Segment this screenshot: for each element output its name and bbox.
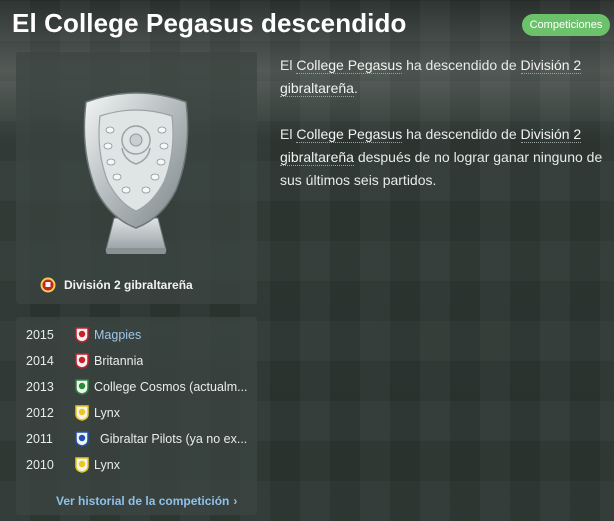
- history-panel: 2015 Magpies 2014 Britannia 2013 College Cosm…: [16, 317, 257, 515]
- club-badge-icon: [72, 456, 92, 474]
- club-badge-icon: [72, 352, 92, 370]
- history-row: 2014 Britannia: [26, 351, 252, 371]
- chevron-right-icon: ›: [233, 494, 238, 508]
- history-row: 2012 Lynx: [26, 403, 252, 423]
- history-year: 2013: [26, 380, 54, 394]
- club-badge-icon: [72, 326, 92, 344]
- club-link[interactable]: College Pegasus: [296, 126, 403, 143]
- competition-history-link[interactable]: Ver historial de la competición ›: [56, 494, 237, 508]
- competition-label[interactable]: División 2 gibraltareña: [40, 276, 193, 294]
- history-link-label: Ver historial de la competición: [56, 494, 230, 508]
- history-year: 2010: [26, 458, 54, 472]
- news-paragraph-2: El College Pegasus ha descendido de Divi…: [280, 126, 603, 188]
- club-badge-icon: [72, 404, 92, 422]
- competition-name: División 2 gibraltareña: [64, 278, 193, 292]
- page-title: El College Pegasus descendido: [12, 8, 407, 38]
- history-year: 2014: [26, 354, 54, 368]
- history-year: 2011: [26, 432, 53, 446]
- history-club-link[interactable]: Gibraltar Pilots (ya no ex...: [100, 432, 247, 446]
- news-body: El College Pegasus ha descendido de Divi…: [280, 54, 610, 215]
- history-club-link[interactable]: Magpies: [94, 328, 141, 342]
- category-badge[interactable]: Competiciones: [522, 14, 610, 36]
- trophy-panel: División 2 gibraltareña: [16, 52, 257, 304]
- history-row: 2013 College Cosmos (actualm...: [26, 377, 252, 397]
- history-row: 2010 Lynx: [26, 455, 252, 475]
- history-row: 2011 Gibraltar Pilots (ya no ex...: [26, 429, 252, 449]
- club-link[interactable]: College Pegasus: [296, 57, 403, 74]
- club-badge-icon: [72, 378, 92, 396]
- club-badge-icon: [72, 430, 92, 448]
- trophy-shield-icon: [83, 92, 189, 254]
- history-club-link[interactable]: Britannia: [94, 354, 143, 368]
- history-club-link[interactable]: Lynx: [94, 406, 120, 420]
- history-row: 2015 Magpies: [26, 325, 252, 345]
- history-year: 2012: [26, 406, 54, 420]
- history-club-link[interactable]: Lynx: [94, 458, 120, 472]
- history-club-link[interactable]: College Cosmos (actualm...: [94, 380, 248, 394]
- history-year: 2015: [26, 328, 54, 342]
- news-paragraph-1: El College Pegasus ha descendido de Divi…: [280, 57, 582, 97]
- gibraltar-crest-icon: [40, 277, 56, 293]
